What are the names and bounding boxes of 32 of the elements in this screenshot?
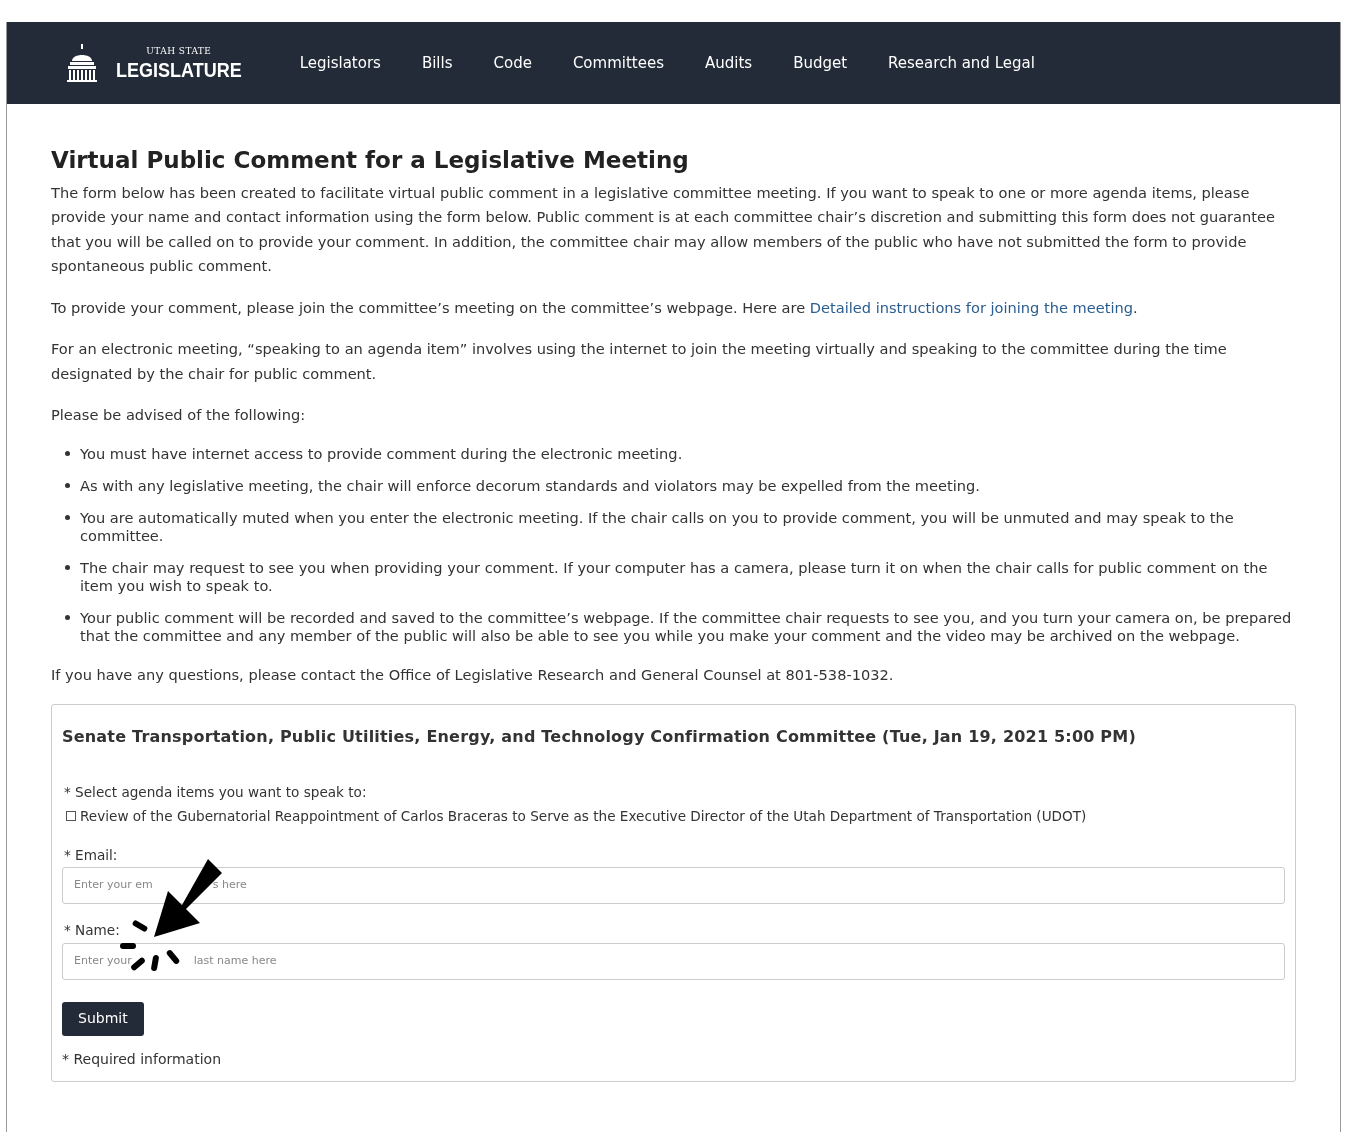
logo-title: LEGISLATURE — [116, 59, 242, 80]
bullet-text: You must have internet access to provide comment during the electronic meeting. — [80, 444, 683, 463]
intro-paragraph: The form below has been created to facilitate virtual public comment in a legislative committee meeting. If you want to speak to one or more agenda items, please provide your name and contact information using the form below. Public comment is at each committee chair’s discretion and submitting this form does not guarantee that you will be called on to provide your comment. In addition, the committee chair may allow members of the public who have not submitted the form to provide spontaneous public comment. — [51, 182, 1276, 276]
advised-text: Please be advised of the following: — [51, 405, 307, 425]
agenda-item-text: Review of the Gubernatorial Reappointment of Carlos Braceras to Serve as the Executive Director of the Utah Department of Transportation (UDOT) — [80, 807, 1087, 826]
bullet-text: The chair may request to see you when providing your comment. If your computer has a camera, please turn it on when the chair calls for public comment on the item you wish to speak to. — [80, 558, 1269, 595]
email-label: * Email: — [63, 845, 119, 865]
bullet-text: As with any legislative meeting, the chair will enforce decorum standards and violators may be expelled from the meeting. — [80, 476, 980, 495]
page-title: Virtual Public Comment for a Legislative Meeting — [51, 148, 690, 173]
name-label: * Name: — [63, 921, 121, 940]
agenda-checkbox[interactable] — [66, 811, 76, 822]
agenda-label: * Select agenda items you want to speak to: — [63, 782, 368, 802]
nav-link[interactable]: Budget — [784, 51, 857, 75]
nav-link[interactable]: Code — [484, 51, 541, 75]
logo-subtitle: UTAH STATE — [146, 46, 212, 56]
required-note: * Required information — [62, 1049, 222, 1069]
join-paragraph: To provide your comment, please join the committee’s meeting on the committee’s webpage. Here are Detailed instructions for joining the meeting. — [51, 297, 1139, 318]
nav-link[interactable]: Legislators — [290, 51, 390, 75]
capitol-dome-icon — [67, 44, 97, 82]
nav-link[interactable]: Bills — [412, 51, 462, 75]
contact-text: If you have any questions, please contact the Office of Legislative Research and General Counsel at 801-538-1032. — [51, 664, 895, 685]
instructions-link[interactable]: Detailed instructions for joining the meeting — [809, 298, 1134, 316]
name-field[interactable]: Enter your last name here — [62, 942, 1285, 980]
electronic-paragraph: For an electronic meeting, “speaking to an agenda item” involves using the internet to join the meeting virtually and speaking to the committee during the time designated by the chair for public comment. — [51, 339, 1228, 384]
nav-link[interactable]: Committees — [563, 51, 673, 75]
email-field[interactable]: Enter your em s here — [62, 867, 1285, 904]
nav-link[interactable]: Research and Legal — [879, 51, 1044, 75]
bullet-text: You are automatically muted when you enter the electronic meeting. If the chair calls on you to provide comment, you will be unmuted and may speak to the committee. — [80, 508, 1235, 545]
bullet-text: Your public comment will be recorded and saved to the committee’s webpage. If the committee chair requests to see you, and you turn your camera on, be prepared that the committee and any member of the public will also be able to see you while you make your comment and the video may be archived on the webpage. — [80, 608, 1293, 645]
nav-link[interactable]: Audits — [695, 51, 762, 75]
submit-button[interactable]: Submit — [62, 1001, 144, 1036]
committee-title: Senate Transportation, Public Utilities, Energy, and Technology Confirmation Committee (Tue, Jan 19, 2021 5:00 PM) — [62, 726, 1137, 748]
